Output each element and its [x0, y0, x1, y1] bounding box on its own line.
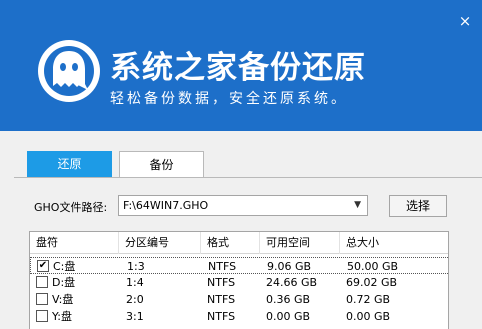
cell-drive: Y:盘 [52, 310, 72, 323]
cell-partition: 1:4 [126, 276, 144, 289]
table-row[interactable]: ✔ C:盘 1:3 NTFS 9.06 GB 50.00 GB [30, 257, 448, 274]
column-header-format[interactable]: 格式 [201, 232, 260, 254]
close-icon: × [458, 12, 472, 30]
partition-table: 盘符 分区编号 格式 可用空间 总大小 ✔ C:盘 1:3 NTFS 9.06 … [29, 231, 449, 329]
table-row[interactable]: Y:盘 3:1 NTFS 0.00 GB 0.00 GB [30, 308, 448, 325]
ghost-logo-icon [38, 40, 100, 102]
cell-free-space: 0.36 GB [266, 293, 311, 306]
cell-total-size: 0.72 GB [346, 293, 391, 306]
cell-free-space: 24.66 GB [266, 276, 318, 289]
cell-total-size: 0.00 GB [346, 310, 391, 323]
gho-path-value: F:\64WIN7.GHO [123, 199, 209, 212]
gho-path-select[interactable]: F:\64WIN7.GHO ▼ [118, 195, 368, 216]
cell-format: NTFS [207, 293, 236, 306]
tab-backup[interactable]: 备份 [119, 151, 204, 178]
app-header: × 系统之家备份还原 轻松备份数据，安全还原系统。 [0, 0, 482, 131]
cell-partition: 2:0 [126, 293, 144, 306]
cell-format: NTFS [207, 310, 236, 323]
app-title: 系统之家备份还原 [110, 50, 366, 86]
table-header: 盘符 分区编号 格式 可用空间 总大小 [30, 232, 448, 254]
row-checkbox[interactable] [36, 276, 48, 288]
table-row[interactable]: V:盘 2:0 NTFS 0.36 GB 0.72 GB [30, 291, 448, 308]
cell-total-size: 50.00 GB [347, 260, 399, 273]
column-header-free-space[interactable]: 可用空间 [260, 232, 340, 254]
checkmark-icon: ✔ [38, 260, 48, 271]
cell-partition: 3:1 [126, 310, 144, 323]
panel-divider [14, 177, 482, 178]
cell-free-space: 9.06 GB [267, 260, 312, 273]
cell-format: NTFS [207, 276, 236, 289]
cell-total-size: 69.02 GB [346, 276, 398, 289]
cell-free-space: 0.00 GB [266, 310, 311, 323]
column-header-partition[interactable]: 分区编号 [119, 232, 201, 254]
cell-drive: V:盘 [52, 293, 74, 306]
cell-format: NTFS [208, 260, 237, 273]
table-row[interactable]: D:盘 1:4 NTFS 24.66 GB 69.02 GB [30, 274, 448, 291]
cell-drive: C:盘 [53, 260, 76, 273]
row-checkbox[interactable] [36, 310, 48, 322]
chevron-down-icon: ▼ [354, 200, 361, 210]
column-header-total-size[interactable]: 总大小 [340, 232, 448, 254]
gho-path-label: GHO文件路径: [34, 201, 108, 214]
close-button[interactable]: × [458, 12, 472, 30]
select-file-button[interactable]: 选择 [389, 195, 447, 217]
column-header-drive[interactable]: 盘符 [30, 232, 119, 254]
tab-restore[interactable]: 还原 [27, 151, 112, 178]
row-checkbox[interactable] [36, 293, 48, 305]
cell-partition: 1:3 [127, 260, 145, 273]
row-checkbox[interactable]: ✔ [37, 260, 49, 272]
app-subtitle: 轻松备份数据，安全还原系统。 [110, 91, 348, 107]
cell-drive: D:盘 [52, 276, 76, 289]
